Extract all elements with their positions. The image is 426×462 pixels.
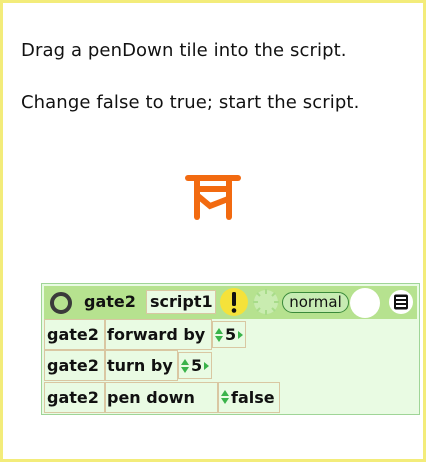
row2-value[interactable]: 5 bbox=[191, 358, 202, 374]
row2-object-tile[interactable]: gate2 bbox=[44, 350, 105, 381]
header-object-name: gate2 bbox=[84, 292, 136, 311]
stop-circle-icon[interactable] bbox=[49, 291, 73, 315]
row1-command-tile[interactable]: forward by bbox=[105, 319, 212, 350]
row1-value-box[interactable]: 5 bbox=[212, 321, 246, 348]
instruction-line-2: Change false to true; start the script. bbox=[21, 92, 360, 113]
row2-value-box[interactable]: 5 bbox=[178, 352, 212, 379]
gate-sprite[interactable] bbox=[184, 171, 244, 223]
row3-value[interactable]: false bbox=[231, 390, 275, 406]
decrement-arrow-icon[interactable] bbox=[181, 367, 189, 373]
decrement-arrow-icon[interactable] bbox=[221, 398, 229, 404]
script-name-field[interactable]: script1 bbox=[146, 290, 216, 314]
row1-value[interactable]: 5 bbox=[225, 327, 236, 343]
decrement-arrow-icon[interactable] bbox=[215, 336, 223, 342]
row3-object-tile[interactable]: gate2 bbox=[44, 382, 105, 413]
row3-command-tile[interactable]: pen down bbox=[105, 382, 218, 413]
status-pill[interactable]: normal bbox=[282, 292, 349, 313]
increment-arrow-icon[interactable] bbox=[215, 328, 223, 334]
increment-arrow-icon[interactable] bbox=[221, 390, 229, 396]
row3-value-box[interactable]: false bbox=[218, 382, 280, 413]
script-panel[interactable]: gate2 script1 normal gate2 forward by 5 bbox=[41, 283, 420, 415]
row1-object-tile[interactable]: gate2 bbox=[44, 319, 105, 350]
clock-icon[interactable] bbox=[251, 287, 281, 317]
row2-command-tile[interactable]: turn by bbox=[105, 350, 178, 381]
expand-arrow-icon[interactable] bbox=[204, 362, 209, 370]
expand-arrow-icon[interactable] bbox=[238, 331, 243, 339]
status-light bbox=[350, 288, 380, 318]
exclamation-icon[interactable] bbox=[219, 287, 249, 317]
menu-icon[interactable] bbox=[388, 289, 414, 315]
increment-arrow-icon[interactable] bbox=[181, 359, 189, 365]
instruction-line-1: Drag a penDown tile into the script. bbox=[21, 40, 347, 61]
